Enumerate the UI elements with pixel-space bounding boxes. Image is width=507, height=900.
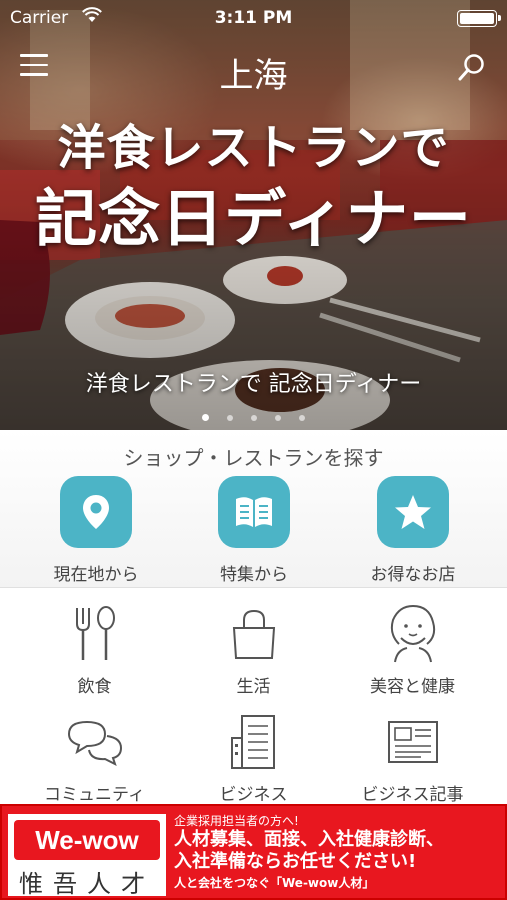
fork-spoon-icon: [65, 604, 125, 664]
finder-feature-button[interactable]: 特集から: [174, 476, 334, 585]
carousel-dot[interactable]: [202, 414, 209, 421]
ad-footer: 人と会社をつなぐ「We-wow人材」: [174, 876, 375, 890]
ad-logo-subtitle: 惟吾人才: [19, 870, 155, 898]
speech-bubbles-icon: [65, 712, 125, 772]
shop-finder-section: ショップ・レストランを探す 現在地から 特集から お得なお店: [0, 430, 507, 588]
hero-caption: 洋食レストランで 記念日ディナー: [85, 372, 422, 397]
battery-icon: [457, 10, 501, 27]
category-label: 生活: [236, 677, 271, 697]
ad-copy: 企業採用担当者の方へ! 人材募集、面接、入社健康診断、 入社準備ならお任せくださ…: [174, 812, 499, 891]
shopping-bag-icon: [224, 604, 284, 664]
status-bar: Carrier 3:11 PM: [0, 0, 507, 36]
category-label: ビジネス記事: [361, 785, 464, 805]
category-label: コミュニティ: [44, 785, 145, 805]
category-beauty-health[interactable]: 美容と健康: [328, 604, 497, 697]
category-label: ビジネス: [219, 785, 288, 805]
ad-logo: We-wow: [14, 820, 160, 860]
search-icon[interactable]: [457, 52, 487, 82]
city-title[interactable]: 上海: [0, 48, 507, 97]
finder-title: ショップ・レストランを探す: [123, 446, 384, 470]
category-food[interactable]: 飲食: [10, 604, 179, 697]
finder-deals-button[interactable]: お得なお店: [333, 476, 493, 585]
finder-label: お得なお店: [370, 565, 456, 585]
carousel-page-indicator[interactable]: [0, 406, 507, 425]
clock: 3:11 PM: [214, 8, 293, 28]
category-life[interactable]: 生活: [169, 604, 338, 697]
ad-logo-panel: We-wow 惟吾人才: [8, 814, 166, 898]
ad-headline-line1: 人材募集、面接、入社健康診断、: [174, 829, 444, 850]
category-community[interactable]: コミュニティ: [10, 712, 179, 805]
category-label: 美容と健康: [370, 677, 455, 697]
ad-eyebrow: 企業採用担当者の方へ!: [174, 814, 299, 828]
office-building-icon: [224, 712, 284, 772]
finder-nearby-button[interactable]: 現在地から: [16, 476, 176, 585]
hero-headline-line2: 記念日ディナー: [35, 182, 472, 255]
category-business[interactable]: ビジネス: [169, 712, 338, 805]
category-label: 飲食: [77, 677, 112, 697]
ad-banner[interactable]: We-wow 惟吾人才 企業採用担当者の方へ! 人材募集、面接、入社健康診断、 …: [0, 804, 507, 900]
category-business-articles[interactable]: ビジネス記事: [328, 712, 497, 805]
carousel-dot[interactable]: [251, 415, 257, 421]
carousel-dot[interactable]: [227, 415, 233, 421]
open-book-icon: [218, 476, 290, 548]
star-icon: [377, 476, 449, 548]
face-icon: [383, 604, 443, 664]
newspaper-icon: [383, 712, 443, 772]
location-pin-icon: [60, 476, 132, 548]
finder-label: 現在地から: [53, 565, 139, 585]
carousel-dot[interactable]: [299, 415, 305, 421]
hero-banner[interactable]: Carrier 3:11 PM 上海 洋食レストランで 記念日ディナー 洋食レス…: [0, 0, 507, 430]
carousel-dot[interactable]: [275, 415, 281, 421]
finder-label: 特集から: [220, 565, 288, 585]
ad-headline-line2: 入社準備ならお任せください!: [174, 851, 417, 872]
